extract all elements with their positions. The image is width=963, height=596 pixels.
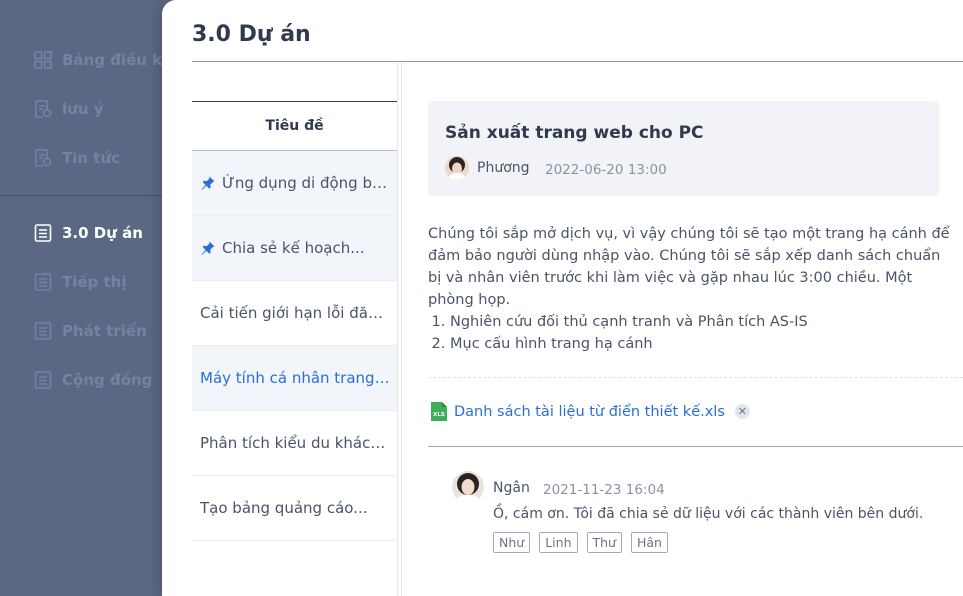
list-item-title: Ứng dụng di động bị lỗi (222, 174, 391, 192)
post-body-list-item: Nghiên cứu đối thủ cạnh tranh và Phân tí… (450, 311, 958, 333)
sidebar-item-label: Cộng đồng (62, 371, 153, 389)
list-item-title: Cải tiến giới hạn lỗi đăng nhập (200, 304, 391, 322)
list-item-title: Tạo bảng quảng cáo... (200, 499, 368, 517)
document-icon (34, 322, 52, 340)
remove-attachment-icon[interactable]: ✕ (734, 404, 750, 419)
post-header-card: Sản xuất trang web cho PC Phương 2022-06… (428, 101, 939, 196)
mention-tag[interactable]: Linh (539, 532, 578, 553)
dashed-divider (428, 377, 963, 378)
mention-tag[interactable]: Như (493, 532, 531, 553)
avatar (445, 156, 469, 180)
comment-text: Ồ, cám ơn. Tôi đã chia sẻ dữ liệu với cá… (493, 506, 924, 522)
list-item-selected[interactable]: Máy tính cá nhân trang web (192, 346, 397, 411)
sidebar-item-label: lưu ý (62, 100, 104, 118)
news-icon (35, 149, 52, 167)
list-item[interactable]: Ứng dụng di động bị lỗi (192, 151, 397, 216)
note-icon (35, 100, 52, 118)
comment-divider (428, 446, 963, 447)
mention-tags: Như Linh Thư Hân (493, 532, 668, 553)
avatar (452, 471, 484, 503)
list-item[interactable]: Tạo bảng quảng cáo... (192, 476, 397, 541)
svg-text:XLS: XLS (433, 412, 445, 418)
mention-tag[interactable]: Hân (630, 532, 668, 553)
sidebar-item-news[interactable]: Tin tức (34, 146, 120, 170)
post-title: Sản xuất trang web cho PC (445, 123, 704, 143)
list-item-title: Chia sẻ kế hoạch... (222, 239, 365, 257)
post-date: 2022-06-20 13:00 (545, 162, 667, 178)
attachment-name[interactable]: Danh sách tài liệu từ điển thiết kế.xls (454, 404, 725, 420)
sidebar-item-project[interactable]: 3.0 Dự án (34, 221, 143, 245)
xls-file-icon: XLS (431, 402, 447, 421)
post-body-list: Nghiên cứu đối thủ cạnh tranh và Phân tí… (428, 311, 958, 355)
list-item-title: Phân tích kiểu du khách... (200, 434, 391, 452)
attachment[interactable]: XLS Danh sách tài liệu từ điển thiết kế.… (430, 401, 750, 422)
document-icon (34, 273, 52, 291)
list-item-title: Máy tính cá nhân trang web (200, 369, 391, 387)
post-body-list-item: Mục cấu hình trang hạ cánh (450, 333, 958, 355)
main-panel: 3.0 Dự án Tiêu đề Ứng dụng di động bị lỗ… (162, 0, 963, 596)
sidebar-item-development[interactable]: Phát triển (34, 319, 147, 343)
sidebar-item-marketing[interactable]: Tiếp thị (34, 270, 127, 294)
sidebar-item-notes[interactable]: lưu ý (34, 97, 104, 121)
page-title: 3.0 Dự án (192, 22, 311, 47)
column-divider (398, 62, 402, 596)
post-list: Tiêu đề Ứng dụng di động bị lỗi Chia sẻ … (192, 62, 398, 596)
document-icon (34, 371, 52, 389)
document-icon (34, 224, 52, 242)
list-item[interactable]: Chia sẻ kế hoạch... (192, 216, 397, 281)
post-body: Chúng tôi sắp mở dịch vụ, vì vậy chúng t… (428, 223, 958, 355)
dashboard-icon (34, 51, 52, 69)
sidebar-item-label: 3.0 Dự án (62, 224, 143, 242)
pin-icon (201, 176, 215, 190)
list-header: Tiêu đề (192, 101, 397, 151)
comment-author: Ngân (493, 480, 530, 496)
post-author: Phương (477, 160, 530, 176)
sidebar-item-label: Phát triển (62, 322, 147, 340)
list-item[interactable]: Cải tiến giới hạn lỗi đăng nhập (192, 281, 397, 346)
list-item[interactable]: Phân tích kiểu du khách... (192, 411, 397, 476)
sidebar-item-community[interactable]: Cộng đồng (34, 368, 152, 392)
mention-tag[interactable]: Thư (586, 532, 622, 553)
sidebar-item-label: Tiếp thị (62, 273, 127, 291)
post-body-text: Chúng tôi sắp mở dịch vụ, vì vậy chúng t… (428, 226, 950, 308)
pin-icon (201, 241, 215, 255)
comment-date: 2021-11-23 16:04 (543, 482, 665, 498)
sidebar-divider (0, 195, 163, 196)
sidebar-item-label: Tin tức (62, 149, 121, 167)
